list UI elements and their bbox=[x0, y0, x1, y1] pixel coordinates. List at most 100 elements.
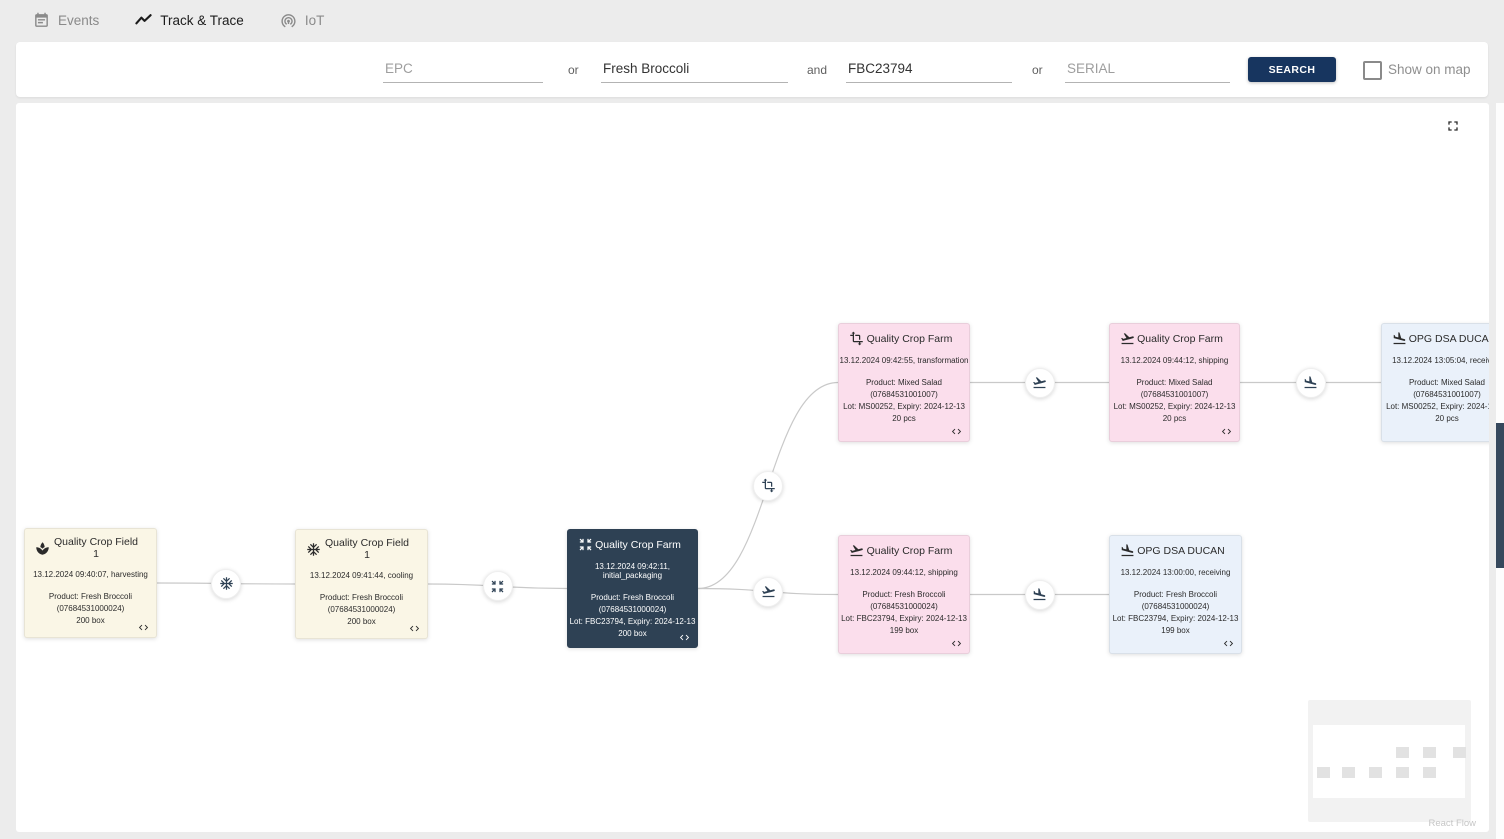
flow-node-receiving_salad[interactable]: OPG DSA DUCAN 13.12.2024 13:05:04, receiv… bbox=[1381, 323, 1489, 442]
tab-track-and-trace-label: Track & Trace bbox=[160, 13, 244, 28]
snowflake-icon bbox=[306, 542, 321, 557]
minimap-viewport[interactable] bbox=[1313, 725, 1465, 798]
node-details: Product: Mixed Salad(07684531001007)Lot:… bbox=[1110, 377, 1239, 425]
node-detail-line: (07684531000024) bbox=[25, 603, 156, 615]
node-detail-line: 200 box bbox=[25, 615, 156, 627]
node-title: Quality Crop Farm bbox=[864, 545, 959, 557]
flow-node-shipping_salad[interactable]: Quality Crop Farm13.12.2024 09:44:12, sh… bbox=[1109, 323, 1240, 442]
node-detail-line: 20 pcs bbox=[839, 413, 969, 425]
node-header: OPG DSA DUCAN bbox=[1382, 324, 1489, 346]
show-on-map-checkbox[interactable] bbox=[1363, 61, 1382, 80]
minimap-node bbox=[1423, 747, 1436, 758]
node-detail-line: (07684531001007) bbox=[839, 389, 969, 401]
code-icon[interactable] bbox=[951, 426, 962, 437]
search-bar: or and or SEARCH Show on map bbox=[16, 42, 1488, 97]
tab-track-and-trace[interactable]: Track & Trace bbox=[135, 12, 244, 29]
connector-and: and bbox=[807, 63, 827, 77]
tab-events[interactable]: Events bbox=[33, 12, 99, 29]
flight-takeoff-icon bbox=[1120, 331, 1135, 346]
node-detail-line: Product: Fresh Broccoli bbox=[25, 591, 156, 603]
tab-events-label: Events bbox=[58, 13, 99, 28]
flight-land-icon bbox=[1392, 331, 1407, 346]
tab-iot-label: IoT bbox=[305, 13, 325, 28]
node-detail-line: Lot: FBC23794, Expiry: 2024-12-13 bbox=[839, 613, 969, 625]
node-detail-line: Product: Fresh Broccoli bbox=[568, 592, 697, 604]
node-detail-line: Lot: FBC23794, Expiry: 2024-12-13 bbox=[568, 616, 697, 628]
harvest-icon bbox=[35, 541, 50, 556]
flow-node-shipping_broccoli[interactable]: Quality Crop Farm13.12.2024 09:44:12, sh… bbox=[838, 535, 970, 654]
transform-icon bbox=[761, 478, 776, 493]
node-timestamp: 13.12.2024 09:41:44, cooling bbox=[296, 571, 427, 580]
minimap[interactable] bbox=[1308, 700, 1471, 822]
serial-input[interactable] bbox=[1065, 56, 1230, 83]
node-header: Quality Crop Farm bbox=[839, 536, 969, 558]
timeline-icon bbox=[135, 12, 152, 29]
edge-chip[interactable] bbox=[753, 577, 783, 607]
node-detail-line: Lot: MS00252, Expiry: 2024-12-13 bbox=[1110, 401, 1239, 413]
code-icon[interactable] bbox=[138, 622, 149, 633]
node-detail-line: Product: Fresh Broccoli bbox=[1110, 589, 1241, 601]
transform-icon bbox=[849, 331, 864, 346]
minimap-node bbox=[1317, 767, 1330, 778]
node-header: Quality Crop Farm bbox=[839, 324, 969, 346]
minimap-node bbox=[1396, 747, 1409, 758]
node-detail-line: Product: Fresh Broccoli bbox=[296, 592, 427, 604]
flow-canvas[interactable]: Quality Crop Field 1 13.12.2024 09:40:07,… bbox=[16, 103, 1489, 832]
node-header: OPG DSA DUCAN bbox=[1110, 536, 1241, 558]
connector-or-1: or bbox=[568, 63, 579, 77]
edge-chip[interactable] bbox=[1025, 580, 1055, 610]
node-header: Quality Crop Farm bbox=[568, 530, 697, 552]
code-icon[interactable] bbox=[951, 638, 962, 649]
node-details: Product: Mixed Salad(07684531001007)Lot:… bbox=[1382, 377, 1489, 425]
flight-takeoff-icon bbox=[849, 543, 864, 558]
flow-node-transformation[interactable]: Quality Crop Farm13.12.2024 09:42:55, tr… bbox=[838, 323, 970, 442]
search-button[interactable]: SEARCH bbox=[1248, 57, 1336, 82]
edge-chip[interactable] bbox=[1025, 368, 1055, 398]
node-detail-line: (07684531001007) bbox=[1382, 389, 1489, 401]
code-icon[interactable] bbox=[1223, 638, 1234, 649]
node-details: Product: Fresh Broccoli(07684531000024)2… bbox=[296, 592, 427, 628]
node-detail-line: 200 box bbox=[296, 616, 427, 628]
node-timestamp: 13.12.2024 13:00:00, receiving bbox=[1110, 568, 1241, 577]
edge-chip[interactable] bbox=[1296, 368, 1326, 398]
flight-takeoff-icon bbox=[1032, 375, 1047, 390]
node-title: OPG DSA DUCAN bbox=[1407, 333, 1489, 345]
topbar: Events Track & Trace IoT bbox=[0, 0, 1504, 40]
flight-takeoff-icon bbox=[761, 584, 776, 599]
node-title: Quality Crop Farm bbox=[593, 539, 687, 551]
edge-chip[interactable] bbox=[753, 471, 783, 501]
node-detail-line: (07684531000024) bbox=[568, 604, 697, 616]
node-detail-line: Lot: MS00252, Expiry: 2024-12-13 bbox=[839, 401, 969, 413]
tab-iot[interactable]: IoT bbox=[280, 12, 325, 29]
lot-input[interactable] bbox=[846, 56, 1012, 83]
node-timestamp: 13.12.2024 09:42:11, initial_packaging bbox=[568, 562, 697, 580]
node-timestamp: 13.12.2024 09:44:12, shipping bbox=[1110, 356, 1239, 365]
node-title: Quality Crop Field 1 bbox=[321, 537, 417, 561]
flow-node-harvesting[interactable]: Quality Crop Field 113.12.2024 09:40:07,… bbox=[24, 528, 157, 638]
edge-chip[interactable] bbox=[211, 569, 241, 599]
node-detail-line: 200 box bbox=[568, 628, 697, 640]
code-icon[interactable] bbox=[679, 632, 690, 643]
flow-node-initial_packaging[interactable]: Quality Crop Farm 13.12.2024 09:42:11, in… bbox=[567, 529, 698, 648]
node-header: Quality Crop Field 1 bbox=[296, 530, 427, 561]
fullscreen-button[interactable] bbox=[1445, 118, 1465, 138]
edge-chip[interactable] bbox=[483, 571, 513, 601]
react-flow-attribution: React Flow bbox=[1428, 818, 1476, 829]
node-details: Product: Fresh Broccoli(07684531000024)L… bbox=[1110, 589, 1241, 637]
node-detail-line: 20 pcs bbox=[1110, 413, 1239, 425]
node-timestamp: 13.12.2024 09:40:07, harvesting bbox=[25, 570, 156, 579]
flow-node-cooling[interactable]: Quality Crop Field 1 13.12.2024 09:41:44,… bbox=[295, 529, 428, 639]
code-icon[interactable] bbox=[1221, 426, 1232, 437]
product-input[interactable] bbox=[601, 56, 788, 83]
flow-node-receiving_broccoli[interactable]: OPG DSA DUCAN 13.12.2024 13:00:00, receiv… bbox=[1109, 535, 1242, 654]
epc-input[interactable] bbox=[383, 56, 543, 83]
code-icon[interactable] bbox=[409, 623, 420, 634]
node-title: OPG DSA DUCAN bbox=[1135, 545, 1231, 557]
flight-land-icon bbox=[1120, 543, 1135, 558]
node-timestamp: 13.12.2024 13:05:04, receiving bbox=[1382, 356, 1489, 365]
iot-icon bbox=[280, 12, 297, 29]
snowflake-icon bbox=[219, 576, 234, 591]
node-detail-line: (07684531000024) bbox=[296, 604, 427, 616]
scrollbar-track[interactable] bbox=[1496, 103, 1504, 839]
scrollbar-thumb[interactable] bbox=[1496, 423, 1504, 568]
